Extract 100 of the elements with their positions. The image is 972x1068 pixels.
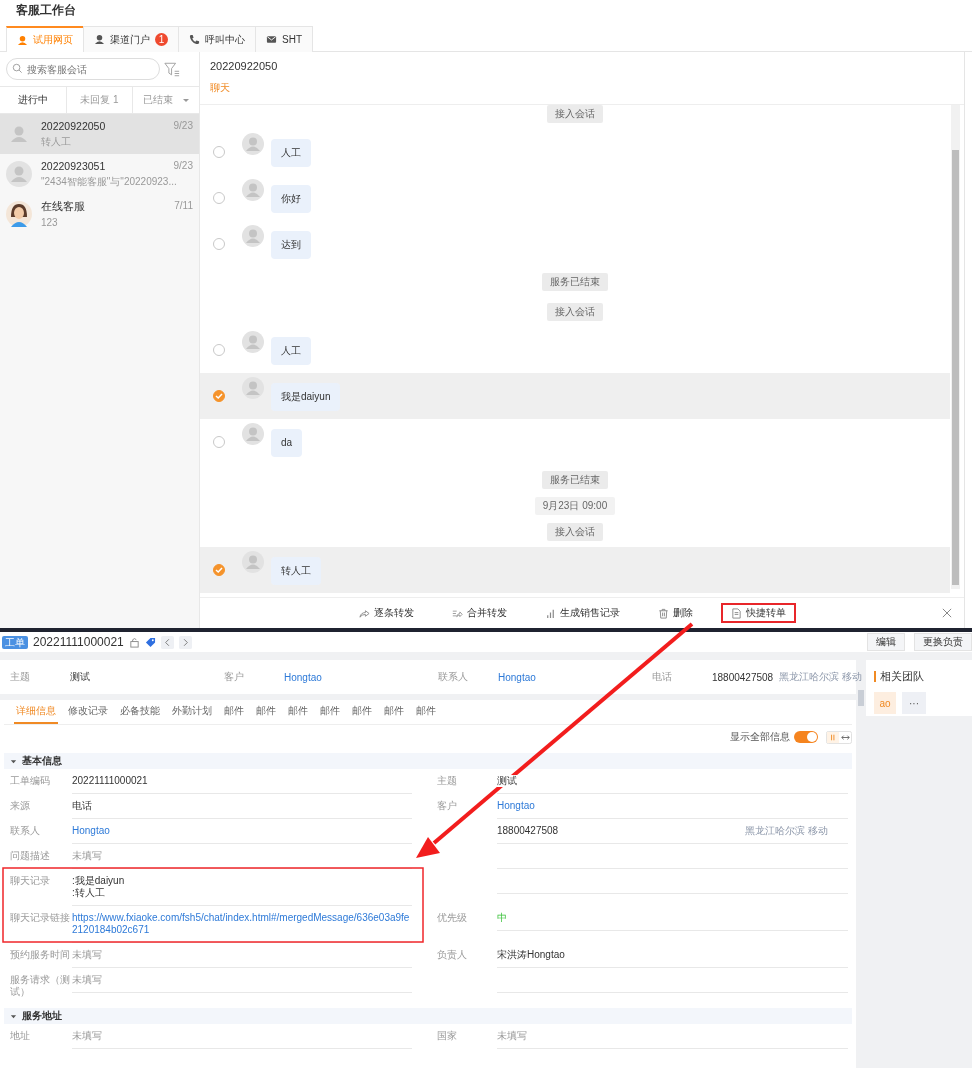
detail-tab[interactable]: 邮件 <box>286 700 310 724</box>
section-header[interactable]: 服务地址 <box>4 1008 852 1024</box>
system-notice: 服务已结束 <box>542 471 608 489</box>
field-label: 客户 <box>436 799 458 812</box>
field-value: 电话 <box>72 800 92 812</box>
field-label: 电话 <box>652 670 673 684</box>
detail-tab[interactable]: 邮件 <box>222 700 246 724</box>
field-label: 联系人 <box>9 824 41 837</box>
avatar-icon <box>242 331 264 353</box>
field-label: 聊天记录 <box>9 874 51 887</box>
trash-icon <box>657 607 669 619</box>
ticket-number: 20221111000021 <box>33 635 124 649</box>
system-notice: 服务已结束 <box>542 273 608 291</box>
toolbar-button[interactable]: 快捷转单 <box>720 603 796 623</box>
section-header[interactable]: 基本信息 <box>4 753 852 769</box>
field-label: 聊天记录链接 <box>9 911 71 924</box>
message-bubble: 人工 <box>271 337 311 365</box>
field-label: 主题 <box>10 670 31 684</box>
avatar-icon <box>242 225 264 247</box>
avatar-icon <box>6 201 32 227</box>
link[interactable]: https://www.fxiaoke.com/fsh5/chat/index.html#/mergedMessage/636e03a9fe2120184b02c671 <box>72 912 412 936</box>
app-title: 客服工作台 <box>15 2 77 19</box>
message-checkbox[interactable] <box>213 564 225 576</box>
panel-title: 相关团队 <box>874 671 924 682</box>
message-bubble: 你好 <box>271 185 311 213</box>
detail-tab[interactable]: 邮件 <box>382 700 406 724</box>
more-button[interactable]: ··· <box>902 692 926 714</box>
toolbar-button[interactable]: 合并转发 <box>441 603 517 623</box>
field-label: 问题描述 <box>9 849 51 862</box>
channel-tab[interactable]: SHT <box>255 26 313 52</box>
timestamp: 9月23日 09:00 <box>534 497 616 515</box>
conversation-item[interactable]: 20220923051 9/23 "2434智能客服"与"20220923... <box>0 154 199 194</box>
avatar-icon <box>242 179 264 201</box>
message-checkbox[interactable] <box>213 238 225 250</box>
detail-tab[interactable]: 必备技能 <box>118 700 162 724</box>
filter-tab[interactable]: 进行中 <box>0 87 67 113</box>
link[interactable]: Hongtao <box>498 671 536 683</box>
message-checkbox[interactable] <box>213 344 225 356</box>
message-bubble: da <box>271 429 303 457</box>
mail-icon <box>266 34 277 45</box>
toolbar-button[interactable]: 生成销售记录 <box>534 603 630 623</box>
field-value: 18800427508 <box>712 671 774 683</box>
document-icon <box>730 607 742 619</box>
message-bubble: 人工 <box>271 139 311 167</box>
avatar-icon <box>242 133 264 155</box>
toolbar-button[interactable]: 删除 <box>647 603 703 623</box>
detail-tab[interactable]: 修改记录 <box>66 700 110 724</box>
field-value: 18800427508 <box>497 825 559 837</box>
message-bubble: 达到 <box>271 231 311 259</box>
channel-tab[interactable]: 呼叫中心 <box>178 26 256 52</box>
lock-icon[interactable] <box>128 636 140 648</box>
avatar-icon <box>6 161 32 187</box>
location-note: 黑龙江哈尔滨 移动 <box>779 670 862 684</box>
scrollbar[interactable] <box>951 105 960 589</box>
detail-tab[interactable]: 邮件 <box>414 700 438 724</box>
link[interactable]: Hongtao <box>284 671 322 683</box>
collapse-handle[interactable] <box>858 690 864 706</box>
message-checkbox[interactable] <box>213 192 225 204</box>
merge-share-icon <box>451 607 463 619</box>
avatar-icon <box>242 551 264 573</box>
message-checkbox[interactable] <box>213 390 225 402</box>
message-bubble: 我是daiyun <box>271 383 341 411</box>
detail-tab[interactable]: 外勤计划 <box>170 700 214 724</box>
link[interactable]: Hongtao <box>72 825 110 837</box>
search-icon <box>12 63 23 74</box>
channel-tab[interactable]: 渠道门户 1 <box>83 26 179 52</box>
conversation-date: 9/23 <box>173 159 193 172</box>
search-field[interactable]: 搜索客服会话 <box>6 58 160 80</box>
avatar-icon <box>242 377 264 399</box>
header-button[interactable]: 更换负责 <box>914 633 972 651</box>
avatar-icon <box>242 423 264 445</box>
next-icon[interactable] <box>178 635 192 649</box>
field-label: 负责人 <box>436 948 468 961</box>
message-checkbox[interactable] <box>213 146 225 158</box>
field-label: 客户 <box>224 670 245 684</box>
field-value: 宋洪涛Hongtao <box>497 949 565 961</box>
header-button[interactable]: 编辑 <box>867 633 905 651</box>
close-icon[interactable] <box>942 608 952 618</box>
link[interactable]: Hongtao <box>497 800 535 812</box>
toggle-switch[interactable] <box>794 731 818 743</box>
detail-tab[interactable]: 邮件 <box>318 700 342 724</box>
field-label: 预约服务时间 <box>9 948 71 961</box>
previous-icon[interactable] <box>160 635 174 649</box>
location-note: 黑龙江哈尔滨 移动 <box>745 825 828 837</box>
tag-icon[interactable] <box>144 636 156 648</box>
conversation-preview: "2434智能客服"与"20220923... <box>41 174 178 189</box>
detail-tab[interactable]: 邮件 <box>254 700 278 724</box>
filter-icon[interactable] <box>164 61 180 77</box>
detail-tab[interactable]: 邮件 <box>350 700 374 724</box>
conversation-item[interactable]: 在线客服 7/11 123 <box>0 194 199 234</box>
layout-toggle-icon[interactable] <box>826 730 852 744</box>
conversation-item[interactable]: 20220922050 9/23 转人工 <box>0 114 199 154</box>
conversation-preview: 123 <box>41 217 59 228</box>
system-notice: 接入会话 <box>547 105 603 123</box>
conversation-name: 20220922050 <box>41 119 106 132</box>
toolbar-button[interactable]: 逐条转发 <box>348 603 424 623</box>
message-checkbox[interactable] <box>213 436 225 448</box>
conversation-name: 20220923051 <box>41 159 106 172</box>
field-label: 主题 <box>436 774 458 787</box>
field-label: 联系人 <box>438 670 469 684</box>
